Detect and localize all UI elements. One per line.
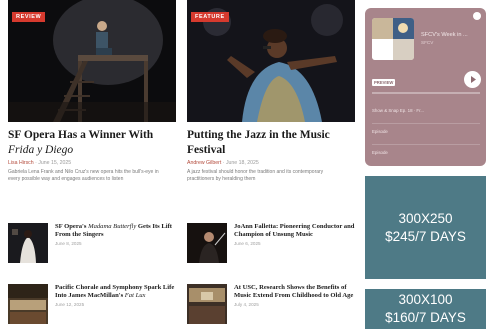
podcast-player[interactable]: SFCV's Week in ... SFCV PREVIEW Show & S…	[365, 8, 486, 166]
podcast-logo-icon[interactable]	[473, 12, 481, 20]
podcast-subtitle: SFCV	[421, 40, 434, 45]
list-item[interactable]: At USC, Research Shows the Benefits of M…	[187, 284, 357, 330]
episode-item[interactable]: Episode	[372, 150, 480, 155]
list-item[interactable]: Pacific Chorale and Symphony Spark Life …	[8, 284, 178, 330]
story-thumbnail[interactable]	[187, 284, 227, 324]
list-item[interactable]: SF Opera's Madama Butterfly Gets Its Lif…	[8, 223, 178, 269]
progress-scrubber[interactable]	[372, 92, 480, 94]
preview-badge: PREVIEW	[372, 79, 396, 86]
feature-badge: FEATURE	[191, 12, 229, 22]
divider	[372, 123, 480, 124]
ad-price-label: $160/7 DAYS	[385, 310, 466, 325]
divider	[372, 144, 480, 145]
podcast-title[interactable]: SFCV's Week in ...	[421, 32, 468, 38]
podcast-artwork[interactable]	[372, 18, 414, 60]
story-thumbnail[interactable]	[8, 284, 48, 324]
publish-date: June 15, 2025	[38, 160, 72, 166]
byline: Lisa Hirsch · June 15, 2025	[8, 160, 72, 166]
story-date: June 8, 2025	[55, 241, 82, 247]
ad-size-label: 300X250	[398, 210, 453, 226]
episode-item[interactable]: Episode	[372, 129, 480, 134]
author-name[interactable]: Lisa Hirsch	[8, 160, 34, 166]
ad-price-label: $245/7 DAYS	[385, 228, 466, 244]
play-icon	[471, 76, 476, 83]
story-thumbnail[interactable]	[8, 223, 48, 263]
story-date: July 4, 2025	[234, 302, 259, 308]
featured-excerpt: A jazz festival should honor the traditi…	[187, 169, 324, 182]
ad-size-label: 300X100	[398, 292, 453, 307]
story-title[interactable]: Pacific Chorale and Symphony Spark Life …	[55, 284, 177, 300]
featured-excerpt: Gabriela Lena Frank and Nilo Cruz's new …	[8, 169, 159, 182]
review-badge: REVIEW	[12, 12, 46, 22]
ad-slot-300x100[interactable]: 300X100 $160/7 DAYS	[365, 289, 486, 329]
story-title[interactable]: JoAnn Falletta: Pioneering Conductor and…	[234, 223, 356, 239]
list-item[interactable]: JoAnn Falletta: Pioneering Conductor and…	[187, 223, 357, 269]
featured-image-jazz[interactable]: FEATURE	[187, 0, 355, 122]
featured-card-jazz[interactable]: FEATURE Putting the Jazz in the Music Fe…	[187, 0, 355, 182]
featured-card-opera[interactable]: REVIEW SF Opera Has a Winner With Frida …	[8, 0, 176, 182]
featured-title[interactable]: SF Opera Has a Winner With Frida y Diego	[8, 128, 176, 158]
featured-title[interactable]: Putting the Jazz in the Music Festival	[187, 128, 355, 158]
byline: Andrew Gilbert · June 18, 2025	[187, 160, 259, 166]
featured-image-opera[interactable]: REVIEW	[8, 0, 176, 122]
story-title[interactable]: At USC, Research Shows the Benefits of M…	[234, 284, 356, 300]
story-title[interactable]: SF Opera's Madama Butterfly Gets Its Lif…	[55, 223, 177, 239]
story-thumbnail[interactable]	[187, 223, 227, 263]
story-date: June 6, 2025	[234, 241, 261, 247]
author-name[interactable]: Andrew Gilbert	[187, 160, 221, 166]
episode-item[interactable]: Show & Snap Ep. 18 · Fr...	[372, 108, 480, 113]
play-button[interactable]	[464, 71, 481, 88]
ad-slot-300x250[interactable]: 300X250 $245/7 DAYS	[365, 176, 486, 279]
story-date: June 12, 2025	[55, 302, 85, 308]
publish-date: June 18, 2025	[225, 160, 259, 166]
